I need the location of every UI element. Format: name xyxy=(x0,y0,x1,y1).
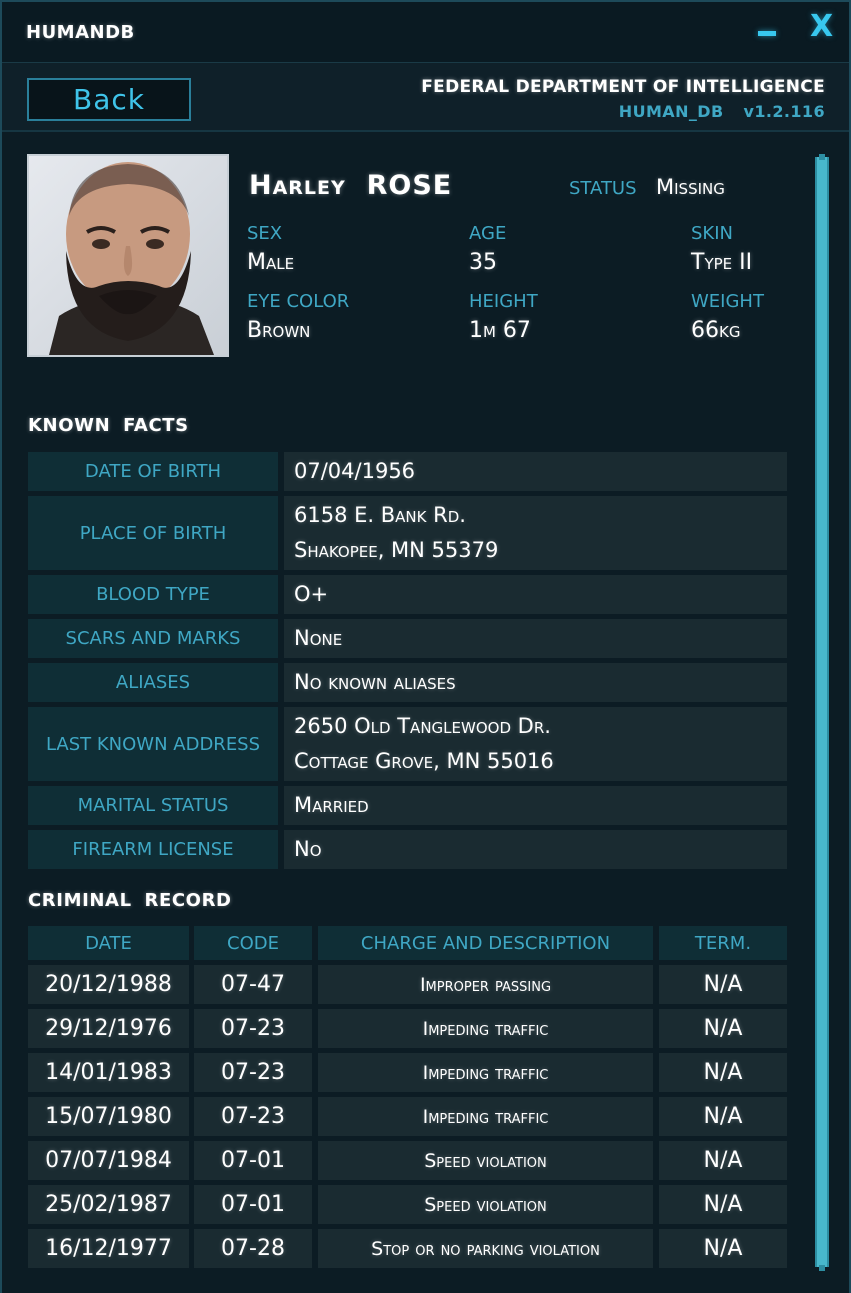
scrollbar[interactable] xyxy=(815,157,829,1267)
fact-value-scars-and-marks: None xyxy=(284,619,787,658)
record-date: 07/07/1984 xyxy=(28,1141,189,1180)
record-term: N/A xyxy=(659,1229,787,1268)
fact-label-aliases: ALIASES xyxy=(28,663,278,702)
db-version: v1.2.116 xyxy=(743,102,825,121)
fact-label-place-of-birth: PLACE OF BIRTH xyxy=(28,496,278,570)
record-code: 07-23 xyxy=(194,1009,312,1048)
record-charge: Impeding traffic xyxy=(318,1097,653,1136)
record-term: N/A xyxy=(659,1185,787,1224)
record-date: 15/07/1980 xyxy=(28,1097,189,1136)
record-code: 07-28 xyxy=(194,1229,312,1268)
record-charge: Stop or no parking violation xyxy=(318,1229,653,1268)
record-date: 16/12/1977 xyxy=(28,1229,189,1268)
record-charge: Speed violation xyxy=(318,1185,653,1224)
status-label: STATUS xyxy=(569,178,637,199)
record-term: N/A xyxy=(659,1009,787,1048)
fact-value-date-of-birth: 07/04/1956 xyxy=(284,452,787,491)
eye-color-label: EYE COLOR xyxy=(247,291,350,312)
agency-name: FEDERAL DEPARTMENT OF INTELLIGENCE xyxy=(421,77,825,97)
first-name: Harley xyxy=(249,170,346,201)
weight-value: 66kg xyxy=(691,318,741,343)
column-header-term: TERM. xyxy=(659,926,787,960)
record-code: 07-23 xyxy=(194,1053,312,1092)
record-term: N/A xyxy=(659,1141,787,1180)
record-date: 29/12/1976 xyxy=(28,1009,189,1048)
known-facts-title: KNOWN FACTS xyxy=(28,415,189,436)
record-term: N/A xyxy=(659,1053,787,1092)
db-version-line: HUMAN_DB v1.2.116 xyxy=(619,102,825,121)
record-code: 07-47 xyxy=(194,965,312,1004)
close-icon[interactable]: X xyxy=(810,12,833,42)
fact-label-marital-status: MARITAL STATUS xyxy=(28,786,278,825)
subject-portrait-image xyxy=(29,156,227,355)
title-bar: HUMANDB X xyxy=(2,2,849,62)
fact-value-line: No xyxy=(294,837,322,861)
record-term: N/A xyxy=(659,965,787,1004)
column-header-date: DATE xyxy=(28,926,189,960)
fact-value-line: Cottage Grove, MN 55016 xyxy=(294,749,554,773)
fact-value-last-known-address: 2650 Old Tanglewood Dr. Cottage Grove, MN… xyxy=(284,707,787,781)
db-name: HUMAN_DB xyxy=(618,102,724,121)
fact-label-blood-type: BLOOD TYPE xyxy=(28,575,278,614)
app-title: HUMANDB xyxy=(26,22,135,43)
record-charge: Impeding traffic xyxy=(318,1053,653,1092)
fact-value-line: O+ xyxy=(294,582,329,606)
age-value: 35 xyxy=(469,250,497,275)
fact-value-line: 07/04/1956 xyxy=(294,459,416,483)
fact-value-line: 6158 E. Bank Rd. xyxy=(294,503,466,527)
record-charge: Impeding traffic xyxy=(318,1009,653,1048)
fact-value-line: Shakopee, MN 55379 xyxy=(294,538,499,562)
back-button[interactable]: Back xyxy=(27,78,191,121)
record-code: 07-01 xyxy=(194,1141,312,1180)
fact-label-last-known-address: LAST KNOWN ADDRESS xyxy=(28,707,278,781)
fact-value-blood-type: O+ xyxy=(284,575,787,614)
fact-value-line: 2650 Old Tanglewood Dr. xyxy=(294,714,551,738)
record-charge: Improper passing xyxy=(318,965,653,1004)
fact-value-line: None xyxy=(294,626,343,650)
fact-value-line: Married xyxy=(294,793,369,817)
sex-value: Male xyxy=(247,250,295,275)
page-header: Back FEDERAL DEPARTMENT OF INTELLIGENCE … xyxy=(2,62,849,132)
fact-value-firearm-license: No xyxy=(284,830,787,869)
age-label: AGE xyxy=(469,223,507,244)
record-code: 07-01 xyxy=(194,1185,312,1224)
fact-label-date-of-birth: DATE OF BIRTH xyxy=(28,452,278,491)
record-code: 07-23 xyxy=(194,1097,312,1136)
record-term: N/A xyxy=(659,1097,787,1136)
record-date: 20/12/1988 xyxy=(28,965,189,1004)
skin-label: SKIN xyxy=(691,223,734,244)
scrollbar-top-cap xyxy=(819,154,825,160)
weight-label: WEIGHT xyxy=(691,291,764,312)
height-label: HEIGHT xyxy=(469,291,538,312)
fact-value-aliases: No known aliases xyxy=(284,663,787,702)
column-header-code: CODE xyxy=(194,926,312,960)
height-value: 1m 67 xyxy=(469,318,531,343)
fact-value-marital-status: Married xyxy=(284,786,787,825)
eye-color-value: Brown xyxy=(247,318,311,343)
humandb-window: HUMANDB X Back FEDERAL DEPARTMENT OF INT… xyxy=(0,0,851,1293)
record-date: 14/01/1983 xyxy=(28,1053,189,1092)
last-name: ROSE xyxy=(366,170,453,201)
subject-photo xyxy=(27,154,229,357)
criminal-record-title: CRIMINAL RECORD xyxy=(28,890,232,911)
record-charge: Speed violation xyxy=(318,1141,653,1180)
fact-value-place-of-birth: 6158 E. Bank Rd. Shakopee, MN 55379 xyxy=(284,496,787,570)
fact-value-line: No known aliases xyxy=(294,670,456,694)
record-date: 25/02/1987 xyxy=(28,1185,189,1224)
fact-label-scars-and-marks: SCARS AND MARKS xyxy=(28,619,278,658)
fact-label-firearm-license: FIREARM LICENSE xyxy=(28,830,278,869)
column-header-charge: CHARGE AND DESCRIPTION xyxy=(318,926,653,960)
skin-value: Type II xyxy=(691,250,753,275)
status-value: Missing xyxy=(656,175,725,199)
scrollbar-bottom-cap xyxy=(819,1265,825,1271)
sex-label: SEX xyxy=(247,223,283,244)
subject-name: Harley ROSE xyxy=(249,170,452,201)
